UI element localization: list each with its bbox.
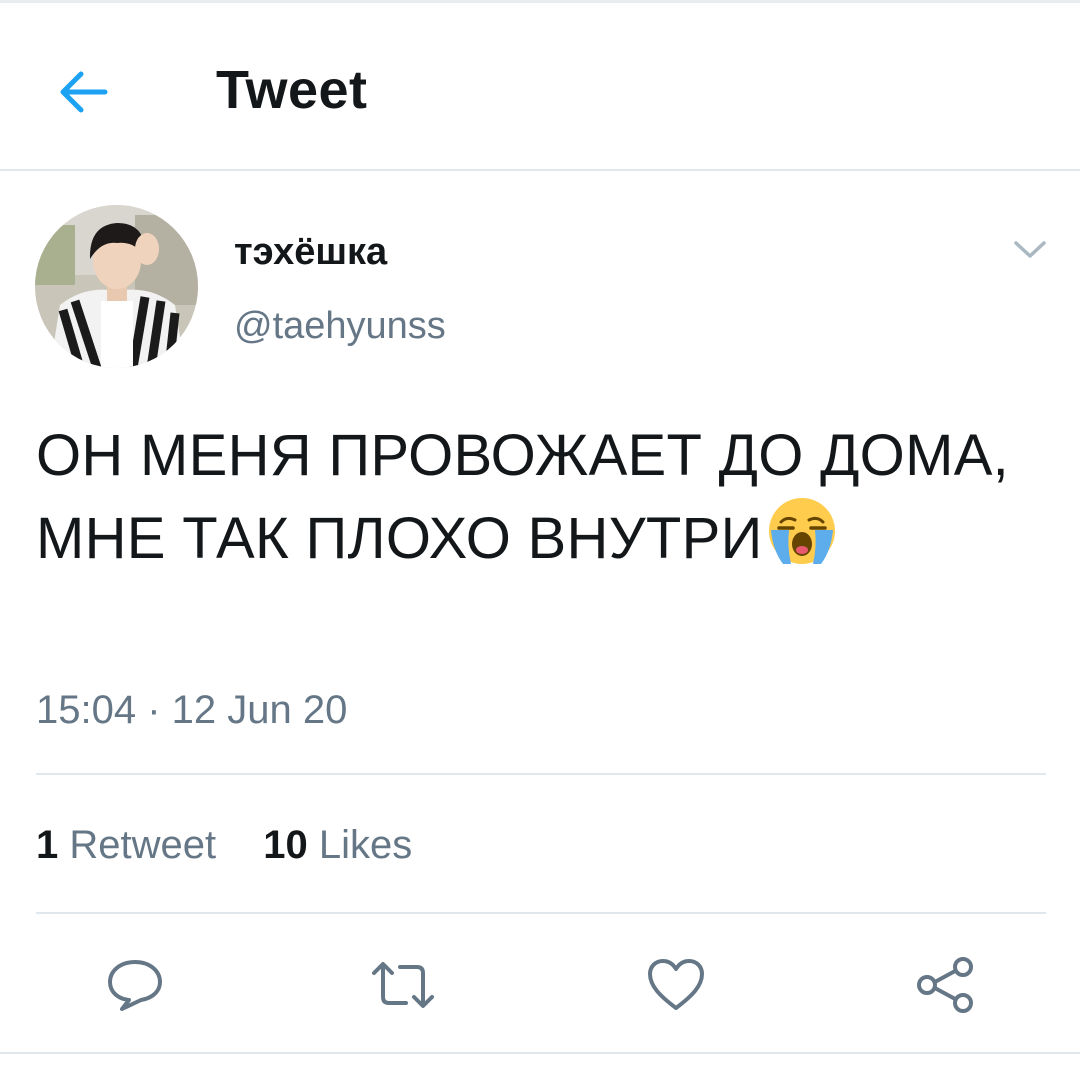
share-icon — [917, 957, 973, 1013]
like-button[interactable] — [641, 950, 711, 1020]
avatar[interactable] — [35, 205, 198, 368]
retweets-count: 1 — [36, 823, 59, 867]
app-header: Tweet — [0, 3, 1080, 171]
tweet-stats: 1 Retweet 10 Likes — [36, 820, 412, 870]
loudly-crying-face-icon — [767, 496, 837, 587]
retweets-stat[interactable]: 1 Retweet — [36, 820, 216, 870]
tweet-timestamp[interactable]: 15:04 · 12 Jun 20 — [36, 686, 347, 734]
author-display-name[interactable]: тэхёшка — [234, 228, 387, 276]
divider — [36, 912, 1046, 914]
author-handle[interactable]: @taehyunss — [234, 302, 446, 350]
tweet-text: ОН МЕНЯ ПРОВОЖАЕТ ДО ДОМА, МНЕ ТАК ПЛОХО… — [36, 416, 1016, 587]
reply-button[interactable] — [100, 950, 170, 1020]
arrow-left-icon — [60, 71, 108, 113]
share-button[interactable] — [910, 950, 980, 1020]
reply-icon — [108, 960, 162, 1011]
retweet-button[interactable] — [368, 950, 438, 1020]
likes-stat[interactable]: 10 Likes — [263, 820, 412, 870]
back-button[interactable] — [50, 59, 116, 125]
more-options-button[interactable] — [1006, 228, 1054, 272]
divider — [36, 773, 1046, 775]
heart-icon — [648, 959, 704, 1010]
bottom-border — [0, 1052, 1080, 1054]
tweet-text-body: ОН МЕНЯ ПРОВОЖАЕТ ДО ДОМА, МНЕ ТАК ПЛОХО… — [36, 423, 1010, 571]
likes-label: Likes — [318, 823, 413, 867]
retweet-icon — [372, 962, 434, 1008]
retweets-label: Retweet — [69, 823, 217, 867]
chevron-down-icon — [1014, 241, 1046, 258]
likes-count: 10 — [263, 823, 308, 867]
page-title: Tweet — [216, 60, 368, 120]
